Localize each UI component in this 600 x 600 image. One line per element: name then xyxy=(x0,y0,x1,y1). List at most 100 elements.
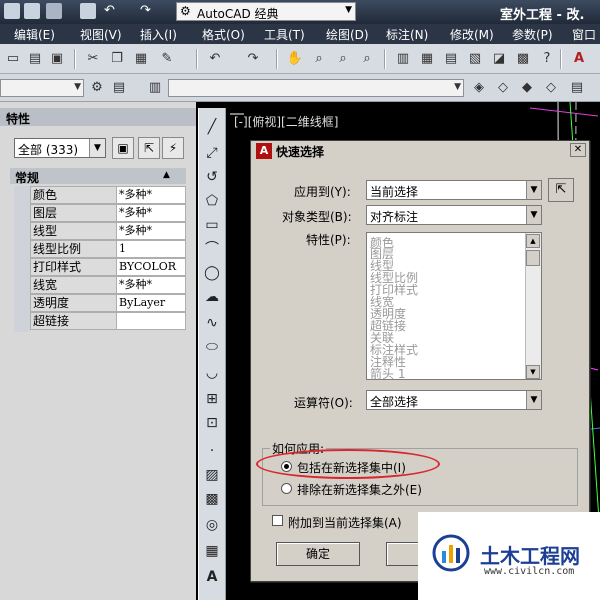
menu-insert[interactable]: 插入(I) xyxy=(140,26,177,43)
property-value[interactable]: *多种* xyxy=(116,222,186,240)
properties-icon[interactable]: ▥ xyxy=(394,50,412,68)
select-objects-icon[interactable]: ⇱ xyxy=(138,137,160,159)
zoom-previous-icon[interactable]: ⌕ xyxy=(358,50,376,68)
zoom-window-icon[interactable]: ⌕ xyxy=(334,50,352,68)
property-value[interactable]: *多种* xyxy=(116,204,186,222)
property-row-linetype-scale[interactable]: 线型比例 1 xyxy=(10,240,186,258)
property-row-transparency[interactable]: 透明度 ByLayer xyxy=(10,294,186,312)
design-center-icon[interactable]: ▦ xyxy=(418,50,436,68)
circle-icon[interactable]: ◯ xyxy=(203,264,221,282)
layer-combo[interactable]: ▼ xyxy=(0,79,84,97)
menu-draw[interactable]: 绘图(D) xyxy=(326,26,369,43)
cut-icon[interactable]: ✂ xyxy=(84,50,102,68)
make-block-icon[interactable]: ⊡ xyxy=(203,414,221,432)
menu-view[interactable]: 视图(V) xyxy=(80,26,122,43)
append-checkbox[interactable] xyxy=(272,515,283,526)
selection-combo[interactable]: 全部 (333) ▼ xyxy=(14,138,106,158)
scroll-up-icon[interactable]: ▲ xyxy=(526,234,540,248)
menu-edit[interactable]: 编辑(E) xyxy=(14,26,55,43)
pan-icon[interactable]: ✋ xyxy=(286,50,304,68)
append-label[interactable]: 附加到当前选择集(A) xyxy=(288,514,402,531)
calculator-icon[interactable]: ▩ xyxy=(514,50,532,68)
save-icon[interactable]: ▣ xyxy=(48,50,66,68)
property-row-layer[interactable]: 图层 *多种* xyxy=(10,204,186,222)
revision-cloud-icon[interactable]: ☁ xyxy=(203,288,221,306)
layer-unisolate-icon[interactable]: ◇ xyxy=(542,79,560,97)
property-value[interactable]: 1 xyxy=(116,240,186,258)
property-row-hyperlink[interactable]: 超链接 xyxy=(10,312,186,330)
paste-icon[interactable]: ▦ xyxy=(132,50,150,68)
print-icon[interactable] xyxy=(80,3,96,19)
menu-dimension[interactable]: 标注(N) xyxy=(386,26,428,43)
menu-parametric[interactable]: 参数(P) xyxy=(512,26,553,43)
object-type-select[interactable]: 对齐标注 ▼ xyxy=(366,205,542,225)
workspace-combo[interactable]: ⚙ AutoCAD 经典 ▼ xyxy=(176,2,356,21)
property-row-linetype[interactable]: 线型 *多种* xyxy=(10,222,186,240)
save-as-icon[interactable] xyxy=(24,3,40,19)
property-row-plot-style[interactable]: 打印样式 BYCOLOR xyxy=(10,258,186,276)
ellipse-arc-icon[interactable]: ◡ xyxy=(203,364,221,382)
collapse-icon[interactable]: ▲ xyxy=(163,170,170,180)
toggle-pickadd-icon[interactable]: ▣ xyxy=(112,137,134,159)
close-icon[interactable]: ✕ xyxy=(570,143,586,157)
undo-icon[interactable]: ↶ xyxy=(206,50,224,68)
property-row-color[interactable]: 颜色 *多种* xyxy=(10,186,186,204)
select-objects-button[interactable]: ⇱ xyxy=(548,178,574,202)
layer-previous-icon[interactable]: ◇ xyxy=(494,79,512,97)
exclude-label[interactable]: 排除在新选择集之外(E) xyxy=(297,481,422,498)
scroll-thumb[interactable] xyxy=(526,250,540,266)
save-icon[interactable] xyxy=(4,3,20,19)
insert-block-icon[interactable]: ⊞ xyxy=(203,390,221,408)
line-icon[interactable]: ╱ xyxy=(203,118,221,136)
markup-icon[interactable]: ◪ xyxy=(490,50,508,68)
property-value[interactable]: BYCOLOR xyxy=(116,258,186,276)
quick-select-icon[interactable]: ⚡ xyxy=(162,137,184,159)
property-value[interactable]: *多种* xyxy=(116,186,186,204)
apply-to-select[interactable]: 当前选择 ▼ xyxy=(366,180,542,200)
viewport-controls[interactable]: [-][俯视][二维线框] xyxy=(234,113,338,130)
table-icon[interactable]: ▦ xyxy=(203,542,221,560)
menu-modify[interactable]: 修改(M) xyxy=(450,26,494,43)
match-properties-icon[interactable]: ✎ xyxy=(158,50,176,68)
list-item[interactable]: 箭头 1 xyxy=(370,365,405,382)
exclude-radio[interactable] xyxy=(281,483,292,494)
text-style-icon[interactable]: A xyxy=(570,50,588,68)
menu-window[interactable]: 窗口 xyxy=(572,26,596,43)
property-value[interactable]: ByLayer xyxy=(116,294,186,312)
region-icon[interactable]: ◎ xyxy=(203,516,221,534)
scroll-down-icon[interactable]: ▼ xyxy=(526,365,540,379)
polyline-icon[interactable]: ↺ xyxy=(203,168,221,186)
ellipse-icon[interactable]: ⬭ xyxy=(203,338,221,356)
construction-line-icon[interactable]: ⤢ xyxy=(203,144,221,162)
redo-icon[interactable]: ↷ xyxy=(244,50,262,68)
make-current-icon[interactable]: ◈ xyxy=(470,79,488,97)
open-icon[interactable] xyxy=(46,3,62,19)
property-row-lineweight[interactable]: 线宽 *多种* xyxy=(10,276,186,294)
property-value[interactable] xyxy=(116,312,186,330)
sheet-set-icon[interactable]: ▧ xyxy=(466,50,484,68)
layer-isolate-icon[interactable]: ◆ xyxy=(518,79,536,97)
layer-state-icon[interactable]: ▤ xyxy=(110,79,128,97)
point-icon[interactable]: · xyxy=(203,442,221,460)
operator-select[interactable]: 全部选择 ▼ xyxy=(366,390,542,410)
menu-format[interactable]: 格式(O) xyxy=(202,26,245,43)
redo-icon[interactable]: ↷ xyxy=(140,3,156,19)
ok-button[interactable]: 确定 xyxy=(276,542,360,566)
open-icon[interactable]: ▤ xyxy=(26,50,44,68)
multiline-text-icon[interactable]: A xyxy=(203,568,221,586)
gradient-icon[interactable]: ▩ xyxy=(203,490,221,508)
layer-settings-icon[interactable]: ⚙ xyxy=(88,79,106,97)
undo-icon[interactable]: ↶ xyxy=(104,3,120,19)
rectangle-icon[interactable]: ▭ xyxy=(203,216,221,234)
layer-properties-icon[interactable]: ▥ xyxy=(146,79,164,97)
spline-icon[interactable]: ∿ xyxy=(203,314,221,332)
property-value[interactable]: *多种* xyxy=(116,276,186,294)
layer-selector[interactable]: ▼ xyxy=(168,79,464,97)
copy-icon[interactable]: ❐ xyxy=(108,50,126,68)
hatch-icon[interactable]: ▨ xyxy=(203,466,221,484)
help-icon[interactable]: ? xyxy=(538,50,556,68)
layer-walk-icon[interactable]: ▤ xyxy=(568,79,586,97)
polygon-icon[interactable]: ⬠ xyxy=(203,192,221,210)
tool-palettes-icon[interactable]: ▤ xyxy=(442,50,460,68)
arc-icon[interactable]: ⌒ xyxy=(203,240,221,258)
